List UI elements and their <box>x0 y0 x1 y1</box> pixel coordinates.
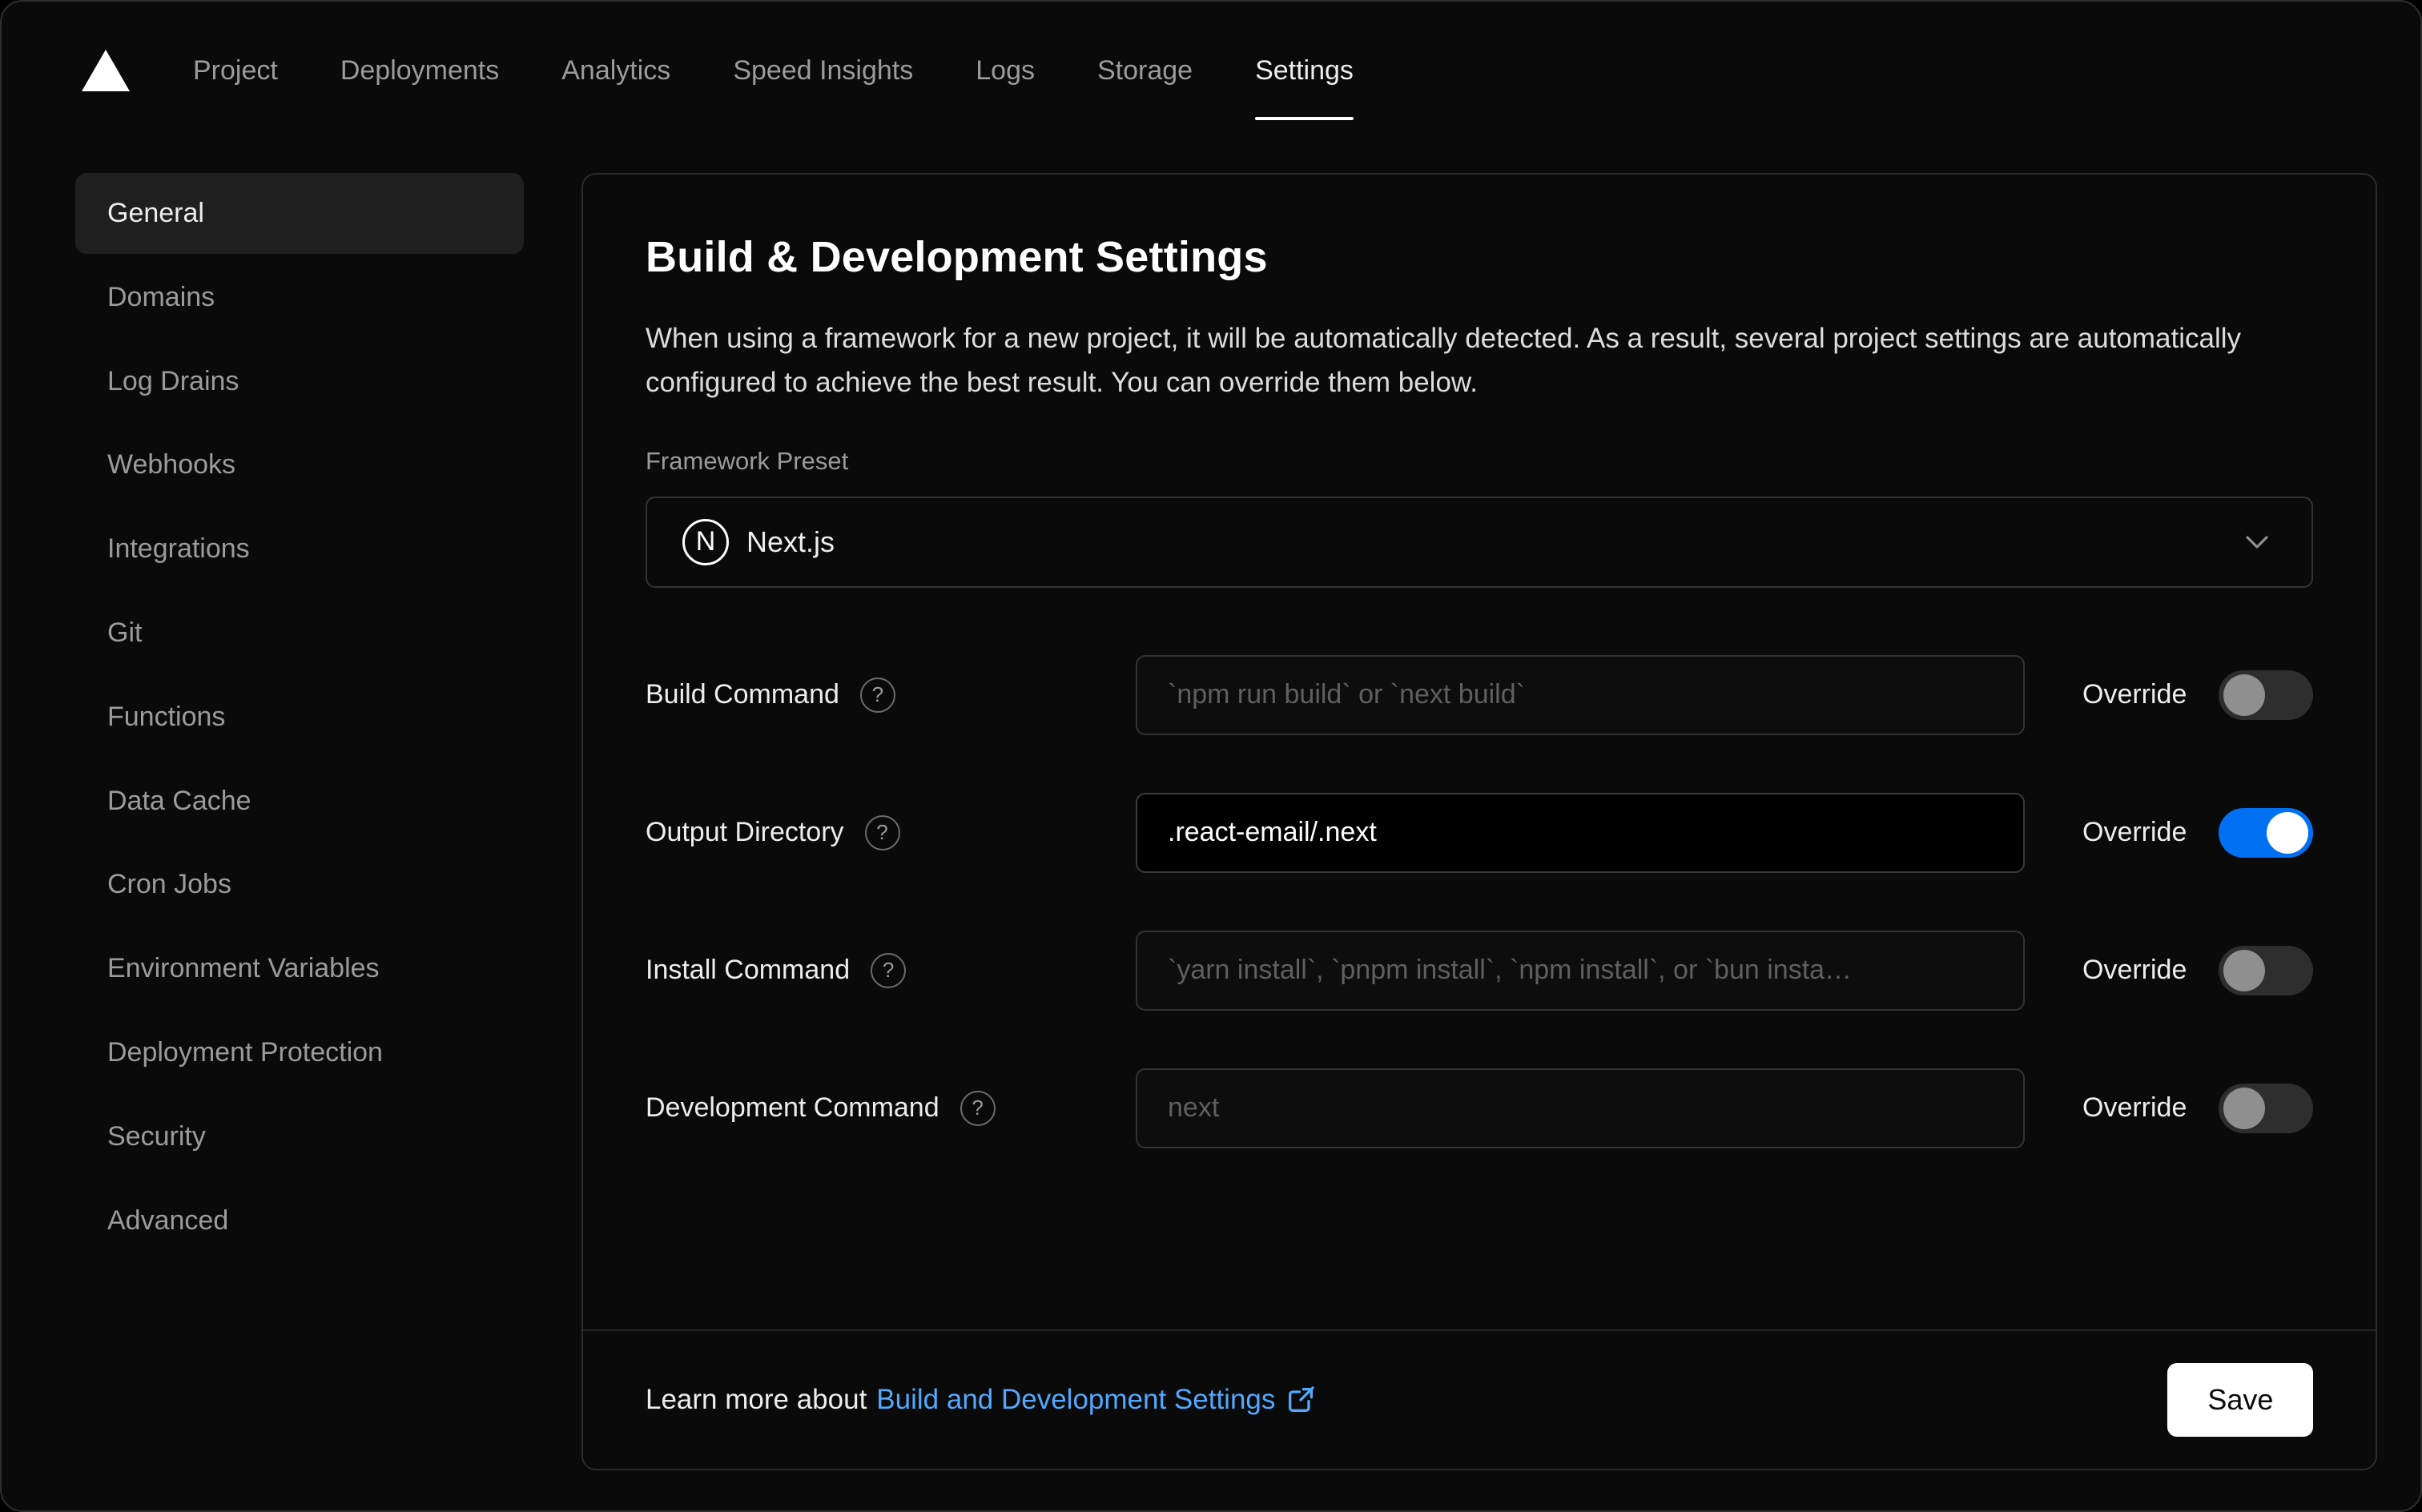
nextjs-logo-icon: N <box>682 518 729 565</box>
learn-more-prefix: Learn more about <box>646 1384 867 1415</box>
sidebar-item-environment-variables[interactable]: Environment Variables <box>75 928 524 1009</box>
framework-preset-label: Framework Preset <box>646 446 849 475</box>
app-window: Project Deployments Analytics Speed Insi… <box>0 0 2422 1512</box>
top-navigation: Project Deployments Analytics Speed Insi… <box>2 2 2420 139</box>
sidebar-item-advanced[interactable]: Advanced <box>75 1180 524 1261</box>
toggle-knob <box>2267 811 2309 854</box>
install-command-label: Install Command <box>646 955 851 986</box>
sidebar-item-integrations[interactable]: Integrations <box>75 509 524 589</box>
build-command-input[interactable] <box>1136 654 2025 735</box>
install-command-input[interactable] <box>1136 930 2025 1011</box>
toggle-knob <box>2223 1087 2266 1129</box>
build-command-override-toggle[interactable] <box>2219 670 2314 720</box>
install-command-row: Install Command ? Override <box>646 930 2314 1011</box>
toggle-knob <box>2223 674 2266 716</box>
learn-more-text: Learn more about Build and Development S… <box>646 1384 1317 1416</box>
development-command-label: Development Command <box>646 1092 939 1124</box>
framework-preset-select[interactable]: N Next.js <box>646 496 2314 588</box>
tab-project[interactable]: Project <box>162 2 309 139</box>
sidebar-item-security[interactable]: Security <box>75 1096 524 1177</box>
link-label: Build and Development Settings <box>876 1384 1276 1415</box>
content-area: General Domains Log Drains Webhooks Inte… <box>2 139 2420 1470</box>
build-command-label: Build Command <box>646 679 839 710</box>
sidebar-item-log-drains[interactable]: Log Drains <box>75 341 524 422</box>
sidebar-item-general[interactable]: General <box>75 173 524 254</box>
sidebar-item-deployment-protection[interactable]: Deployment Protection <box>75 1012 524 1093</box>
build-settings-docs-link[interactable]: Build and Development Settings <box>876 1384 1317 1416</box>
override-label: Override <box>2082 955 2187 986</box>
vercel-triangle-icon <box>82 50 130 91</box>
install-command-override-toggle[interactable] <box>2219 945 2314 995</box>
sidebar-item-domains[interactable]: Domains <box>75 257 524 338</box>
section-description: When using a framework for a new project… <box>646 323 2242 398</box>
tab-analytics[interactable]: Analytics <box>530 2 702 139</box>
tab-storage[interactable]: Storage <box>1066 2 1224 139</box>
output-directory-override-toggle[interactable] <box>2219 807 2314 858</box>
sidebar-item-webhooks[interactable]: Webhooks <box>75 424 524 505</box>
sidebar-item-data-cache[interactable]: Data Cache <box>75 761 524 842</box>
build-command-row: Build Command ? Override <box>646 654 2314 735</box>
vercel-logo[interactable] <box>82 2 130 139</box>
sidebar-item-functions[interactable]: Functions <box>75 677 524 758</box>
output-directory-input[interactable] <box>1136 792 2025 873</box>
build-development-settings-card: Build & Development Settings When using … <box>581 173 2378 1470</box>
framework-preset-value: Next.js <box>746 525 835 558</box>
tab-logs[interactable]: Logs <box>944 2 1066 139</box>
sidebar-item-git[interactable]: Git <box>75 593 524 674</box>
override-label: Override <box>2082 817 2187 848</box>
tab-speed-insights[interactable]: Speed Insights <box>702 2 944 139</box>
help-icon[interactable]: ? <box>859 677 895 713</box>
development-command-input[interactable] <box>1136 1068 2025 1148</box>
output-directory-row: Output Directory ? Override <box>646 792 2314 873</box>
output-directory-label: Output Directory <box>646 817 844 848</box>
sidebar-item-cron-jobs[interactable]: Cron Jobs <box>75 844 524 925</box>
card-footer: Learn more about Build and Development S… <box>583 1329 2376 1469</box>
help-icon[interactable]: ? <box>960 1090 996 1126</box>
help-icon[interactable]: ? <box>864 814 900 850</box>
nav-tabs: Project Deployments Analytics Speed Insi… <box>162 2 1385 139</box>
tab-settings[interactable]: Settings <box>1224 2 1385 139</box>
save-button[interactable]: Save <box>2167 1363 2314 1437</box>
override-label: Override <box>2082 1092 2187 1124</box>
chevron-down-icon <box>2246 536 2268 549</box>
page-title: Build & Development Settings <box>646 233 1268 281</box>
external-link-icon <box>1289 1386 1315 1412</box>
development-command-override-toggle[interactable] <box>2219 1083 2314 1133</box>
toggle-knob <box>2223 949 2266 991</box>
tab-deployments[interactable]: Deployments <box>309 2 530 139</box>
development-command-row: Development Command ? Override <box>646 1068 2314 1148</box>
help-icon[interactable]: ? <box>871 952 907 988</box>
settings-sidebar: General Domains Log Drains Webhooks Inte… <box>75 173 524 1264</box>
override-label: Override <box>2082 679 2187 710</box>
